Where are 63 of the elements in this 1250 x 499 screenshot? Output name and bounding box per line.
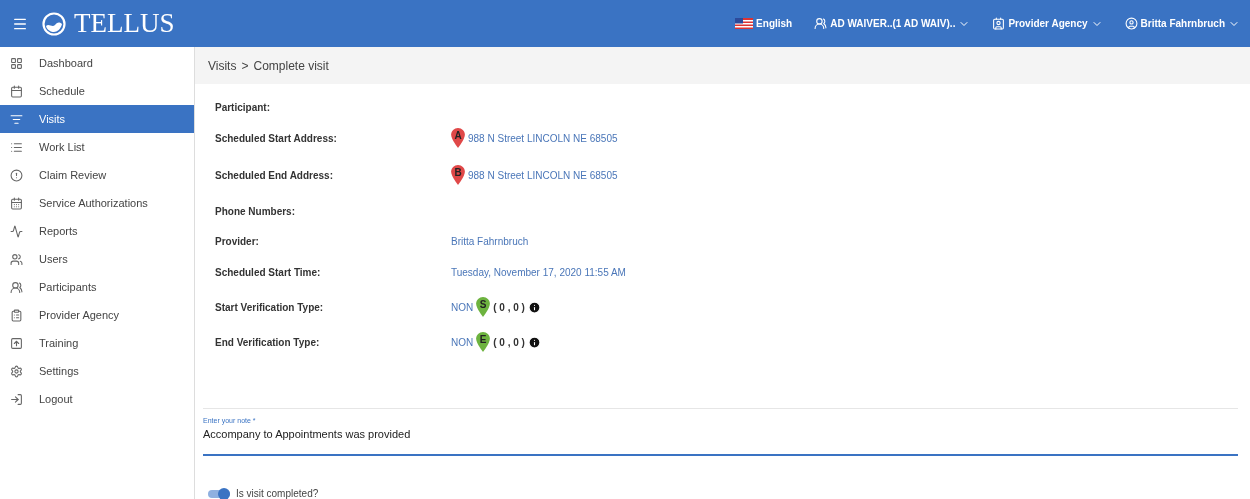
- sidebar-item[interactable]: Participants: [0, 273, 194, 301]
- sidebar-item[interactable]: Schedule: [0, 77, 194, 105]
- sidebar-item[interactable]: Training: [0, 329, 194, 357]
- detail-label: Start Verification Type:: [215, 301, 325, 313]
- info-icon[interactable]: [527, 335, 541, 349]
- user-icon: [1124, 17, 1138, 30]
- detail-value: Britta Fahrnbruch: [451, 235, 529, 247]
- map-pin-icon: A: [451, 128, 465, 148]
- detail-label: Scheduled End Address:: [215, 169, 334, 181]
- sidebar-icon: [10, 140, 23, 154]
- detail-label: Participant:: [215, 101, 271, 113]
- flag-icon: [735, 18, 754, 29]
- detail-label: Scheduled Start Time:: [215, 266, 322, 278]
- sidebar-icon: [10, 280, 23, 294]
- detail-label: Provider:: [215, 235, 260, 247]
- sidebar-icon: [10, 252, 23, 266]
- detail-value: Tuesday, November 17, 2020 11:55 AM: [451, 266, 626, 278]
- address-link[interactable]: 988 N Street LINCOLN NE 68505: [468, 169, 618, 181]
- map-pin-icon: B: [451, 165, 465, 185]
- sidebar-icon: [10, 392, 23, 406]
- id-card-icon: [992, 17, 1006, 30]
- user-menu[interactable]: Britta Fahrnbruch: [1140, 18, 1225, 29]
- sidebar-icon: [10, 196, 23, 210]
- sidebar-icon: [10, 168, 23, 182]
- sidebar-icon: [10, 224, 23, 238]
- sidebar-item[interactable]: Service Authorizations: [0, 189, 194, 217]
- sidebar-icon: [10, 56, 23, 70]
- info-icon[interactable]: [527, 300, 541, 314]
- sidebar-icon: [10, 308, 23, 322]
- verification-type: NON: [451, 336, 474, 348]
- breadcrumb-link[interactable]: Visits: [208, 58, 237, 73]
- brand-name: TELLUS: [74, 8, 175, 39]
- group-icon: [814, 17, 828, 30]
- language-menu[interactable]: English: [756, 18, 793, 29]
- map-pin-icon: S: [476, 297, 491, 317]
- logo-icon: [42, 11, 66, 36]
- sidebar-item[interactable]: Logout: [0, 385, 194, 413]
- coordinates: ( 0 , 0 ): [493, 301, 525, 313]
- program-menu[interactable]: AD WAIVER..(1 AD WAIV)..: [830, 18, 956, 29]
- sidebar-item[interactable]: Visits: [0, 105, 194, 133]
- toggle-label: Is visit completed?: [236, 488, 319, 499]
- sidebar-item[interactable]: Claim Review: [0, 161, 194, 189]
- sidebar-icon: [10, 84, 23, 98]
- sidebar-icon: [10, 364, 23, 378]
- sidebar-item[interactable]: Settings: [0, 357, 194, 385]
- detail-label: Scheduled Start Address:: [215, 132, 338, 144]
- sidebar-icon: [10, 336, 23, 350]
- sidebar-item[interactable]: Work List: [0, 133, 194, 161]
- sidebar-item[interactable]: Reports: [0, 217, 194, 245]
- sidebar-item[interactable]: Provider Agency: [0, 301, 194, 329]
- agency-menu[interactable]: Provider Agency: [1008, 18, 1088, 29]
- completed-toggle[interactable]: [208, 489, 230, 498]
- detail-label: End Verification Type:: [215, 336, 321, 348]
- sidebar-item[interactable]: Dashboard: [0, 49, 194, 77]
- detail-label: Phone Numbers:: [215, 205, 296, 217]
- sidebar-icon: [10, 112, 23, 126]
- sidebar-item[interactable]: Users: [0, 245, 194, 273]
- address-link[interactable]: 988 N Street LINCOLN NE 68505: [468, 132, 618, 144]
- verification-type: NON: [451, 301, 474, 313]
- breadcrumb-current: Complete visit: [253, 58, 329, 73]
- breadcrumb-separator: >: [241, 58, 249, 73]
- map-pin-icon: E: [476, 332, 491, 352]
- coordinates: ( 0 , 0 ): [493, 336, 525, 348]
